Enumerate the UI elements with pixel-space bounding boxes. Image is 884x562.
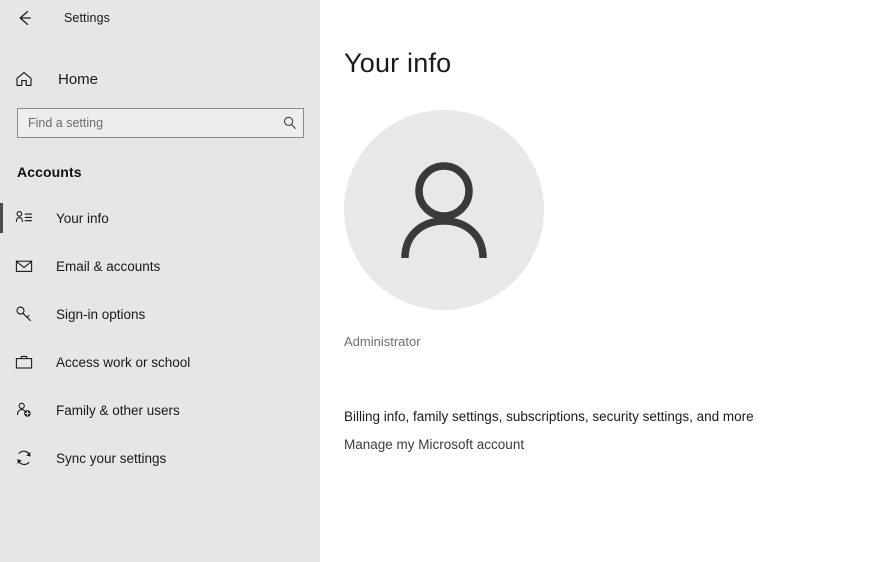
sidebar: Settings Home Accounts xyxy=(0,0,320,562)
sidebar-section-heading: Accounts xyxy=(17,164,82,180)
person-avatar-icon xyxy=(401,162,487,259)
avatar[interactable] xyxy=(344,110,544,310)
key-icon xyxy=(14,304,42,324)
sidebar-item-home-label: Home xyxy=(58,70,99,88)
sidebar-item-sync-your-settings-label: Sync your settings xyxy=(56,450,167,466)
sidebar-item-email-accounts[interactable]: Email & accounts xyxy=(0,248,320,284)
sidebar-item-sync-your-settings[interactable]: Sync your settings xyxy=(0,440,320,476)
back-arrow-icon[interactable] xyxy=(4,3,44,33)
app-title: Settings xyxy=(64,11,110,25)
settings-window: Settings Home Accounts xyxy=(0,0,884,562)
envelope-icon xyxy=(14,256,42,276)
search-input[interactable] xyxy=(18,116,277,130)
search-box[interactable] xyxy=(17,108,304,138)
page-title: Your info xyxy=(344,48,452,78)
sync-icon xyxy=(14,448,42,468)
sidebar-item-family-other-users[interactable]: Family & other users xyxy=(0,392,320,428)
briefcase-icon xyxy=(14,352,42,372)
sidebar-item-sign-in-options-label: Sign-in options xyxy=(56,306,146,322)
manage-microsoft-account-link[interactable]: Manage my Microsoft account xyxy=(344,437,524,452)
contact-card-icon xyxy=(14,208,42,228)
sidebar-item-your-info[interactable]: Your info xyxy=(0,200,320,236)
person-add-icon xyxy=(14,400,42,420)
sidebar-nav-list: Your info Email & accounts Sign-in optio… xyxy=(0,200,320,476)
search-icon[interactable] xyxy=(277,115,303,131)
titlebar: Settings xyxy=(0,0,320,34)
sidebar-item-access-work-school-label: Access work or school xyxy=(56,354,191,370)
main-content: Your info Administrator Billing info, fa… xyxy=(320,0,884,562)
sidebar-item-family-other-users-label: Family & other users xyxy=(56,402,180,418)
sidebar-item-home[interactable]: Home xyxy=(0,59,320,99)
sidebar-item-email-accounts-label: Email & accounts xyxy=(56,258,161,274)
sidebar-item-sign-in-options[interactable]: Sign-in options xyxy=(0,296,320,332)
home-icon xyxy=(14,69,44,89)
account-name: Administrator xyxy=(344,334,421,349)
sidebar-item-access-work-school[interactable]: Access work or school xyxy=(0,344,320,380)
sidebar-item-your-info-label: Your info xyxy=(56,210,109,226)
billing-info-text: Billing info, family settings, subscript… xyxy=(344,409,754,424)
